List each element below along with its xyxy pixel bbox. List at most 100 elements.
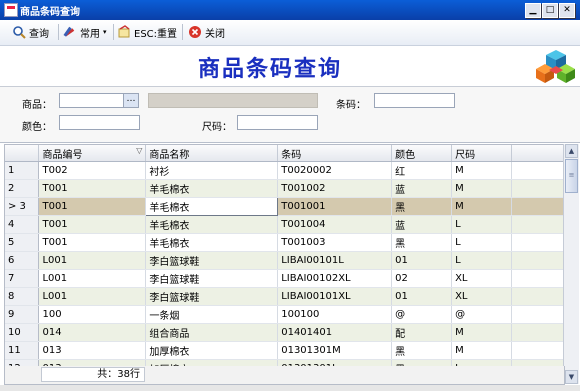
scroll-up-button[interactable]: ▲ <box>565 144 578 158</box>
row-number[interactable]: 5 <box>5 233 40 252</box>
cell-barcode[interactable]: 01401401 <box>277 323 393 342</box>
cell-code[interactable]: T001 <box>38 215 147 234</box>
cell-name[interactable]: 一条烟 <box>145 305 279 324</box>
column-header-name[interactable]: 商品名称 <box>145 145 279 162</box>
cell-barcode[interactable]: T001002 <box>277 179 393 198</box>
cell-color[interactable]: 02 <box>391 269 453 288</box>
row-number[interactable]: 1 <box>5 161 40 180</box>
table-row[interactable]: 1 T002 衬衫 T0020002 红 M <box>5 161 564 180</box>
cell-size[interactable]: M <box>451 341 513 360</box>
cell-barcode[interactable]: 100100 <box>277 305 393 324</box>
window-titlebar[interactable]: 商品条码查询 ▁ □ ✕ <box>0 0 580 20</box>
cell-barcode[interactable]: LIBAI00101L <box>277 251 393 270</box>
close-window-button[interactable]: ✕ <box>559 3 575 18</box>
row-number[interactable]: 11 <box>5 341 40 360</box>
cell-size[interactable]: XL <box>451 287 513 306</box>
cell-code[interactable]: L001 <box>38 251 147 270</box>
cell-name[interactable]: 组合商品 <box>145 323 279 342</box>
cell-color[interactable]: 蓝 <box>391 215 453 234</box>
reset-button[interactable]: ESC:重置 <box>117 23 177 41</box>
cell-code[interactable]: T002 <box>38 161 147 180</box>
cell-name[interactable]: 衬衫 <box>145 161 279 180</box>
row-number[interactable]: 4 <box>5 215 40 234</box>
cell-color[interactable]: 黑 <box>391 341 453 360</box>
cell-size[interactable]: M <box>451 179 513 198</box>
cell-color[interactable]: 黑 <box>391 197 453 216</box>
table-row[interactable]: 6 L001 李白篮球鞋 LIBAI00101L 01 L <box>5 251 564 270</box>
cell-name[interactable]: 李白篮球鞋 <box>145 251 279 270</box>
cell-code[interactable]: T001 <box>38 197 147 216</box>
results-grid[interactable]: 商品编号 ▽ 商品名称 条码 颜色 尺码 1 T002 衬衫 T0020002 红 M 2 T0… <box>4 144 565 368</box>
row-number[interactable]: > 3 <box>5 197 40 216</box>
maximize-button[interactable]: □ <box>542 3 558 18</box>
cell-color[interactable]: @ <box>391 305 453 324</box>
cell-size[interactable]: M <box>451 161 513 180</box>
row-number[interactable]: 7 <box>5 269 40 288</box>
table-row[interactable]: 7 L001 李白篮球鞋 LIBAI00102XL 02 XL <box>5 269 564 288</box>
cell-color[interactable]: 01 <box>391 287 453 306</box>
cell-code[interactable]: 013 <box>38 341 147 360</box>
cell-barcode[interactable]: 01301301M <box>277 341 393 360</box>
product-input[interactable]: … <box>59 93 139 108</box>
cell-size[interactable]: M <box>451 323 513 342</box>
cell-size[interactable]: @ <box>451 305 513 324</box>
table-row[interactable]: 5 T001 羊毛棉衣 T001003 黑 L <box>5 233 564 252</box>
cell-code[interactable]: L001 <box>38 269 147 288</box>
cell-name[interactable]: 李白篮球鞋 <box>145 269 279 288</box>
color-input[interactable] <box>59 115 140 130</box>
row-number[interactable]: 6 <box>5 251 40 270</box>
column-header-barcode[interactable]: 条码 <box>277 145 393 162</box>
cell-code[interactable]: T001 <box>38 233 147 252</box>
cell-code[interactable]: 100 <box>38 305 147 324</box>
barcode-input[interactable] <box>374 93 455 108</box>
row-number[interactable]: 2 <box>5 179 40 198</box>
table-row[interactable]: 2 T001 羊毛棉衣 T001002 蓝 M <box>5 179 564 198</box>
column-header-color[interactable]: 颜色 <box>391 145 453 162</box>
row-number[interactable]: 8 <box>5 287 40 306</box>
size-input[interactable] <box>237 115 318 130</box>
table-row-selected[interactable]: > 3 T001 羊毛棉衣 T001001 黑 M <box>5 197 564 216</box>
common-menu-button[interactable]: 常用 ▾ <box>63 23 107 41</box>
cell-color[interactable]: 配 <box>391 323 453 342</box>
cell-color[interactable]: 黑 <box>391 233 453 252</box>
cell-name[interactable]: 李白篮球鞋 <box>145 287 279 306</box>
cell-size[interactable]: L <box>451 215 513 234</box>
table-row[interactable]: 4 T001 羊毛棉衣 T001004 蓝 L <box>5 215 564 234</box>
cell-barcode[interactable]: LIBAI00102XL <box>277 269 393 288</box>
row-number[interactable]: 9 <box>5 305 40 324</box>
table-row[interactable]: 9 100 一条烟 100100 @ @ <box>5 305 564 324</box>
column-header-size[interactable]: 尺码 <box>451 145 513 162</box>
minimize-button[interactable]: ▁ <box>525 3 541 18</box>
cell-barcode[interactable]: T001001 <box>277 197 393 216</box>
cell-size[interactable]: M <box>451 197 513 216</box>
cell-name[interactable]: 羊毛棉衣 <box>145 197 279 216</box>
query-button[interactable]: 查询 <box>12 23 49 41</box>
cell-barcode[interactable]: T001004 <box>277 215 393 234</box>
cell-name[interactable]: 羊毛棉衣 <box>145 215 279 234</box>
cell-name[interactable]: 羊毛棉衣 <box>145 233 279 252</box>
table-row[interactable]: 11 013 加厚棉衣 01301301M 黑 M <box>5 341 564 360</box>
cell-color[interactable]: 红 <box>391 161 453 180</box>
cell-code[interactable]: 014 <box>38 323 147 342</box>
table-row[interactable]: 10 014 组合商品 01401401 配 M <box>5 323 564 342</box>
scroll-down-button[interactable]: ▼ <box>565 370 578 384</box>
vertical-scrollbar[interactable]: ▲ ≡ ▼ <box>563 144 579 384</box>
cell-code[interactable]: T001 <box>38 179 147 198</box>
sort-filter-icon[interactable]: ▽ <box>136 146 142 155</box>
row-number[interactable]: 10 <box>5 323 40 342</box>
column-header-code[interactable]: 商品编号 ▽ <box>38 145 147 162</box>
cell-barcode[interactable]: T001003 <box>277 233 393 252</box>
scroll-thumb[interactable]: ≡ <box>565 159 578 193</box>
cell-barcode[interactable]: LIBAI00101XL <box>277 287 393 306</box>
table-row[interactable]: 8 L001 李白篮球鞋 LIBAI00101XL 01 XL <box>5 287 564 306</box>
cell-size[interactable]: L <box>451 233 513 252</box>
cell-color[interactable]: 蓝 <box>391 179 453 198</box>
cell-name[interactable]: 羊毛棉衣 <box>145 179 279 198</box>
cell-size[interactable]: L <box>451 251 513 270</box>
close-button[interactable]: 关闭 <box>188 23 225 41</box>
cell-color[interactable]: 01 <box>391 251 453 270</box>
cell-size[interactable]: XL <box>451 269 513 288</box>
browse-button[interactable]: … <box>123 94 138 107</box>
cell-code[interactable]: L001 <box>38 287 147 306</box>
cell-name[interactable]: 加厚棉衣 <box>145 341 279 360</box>
